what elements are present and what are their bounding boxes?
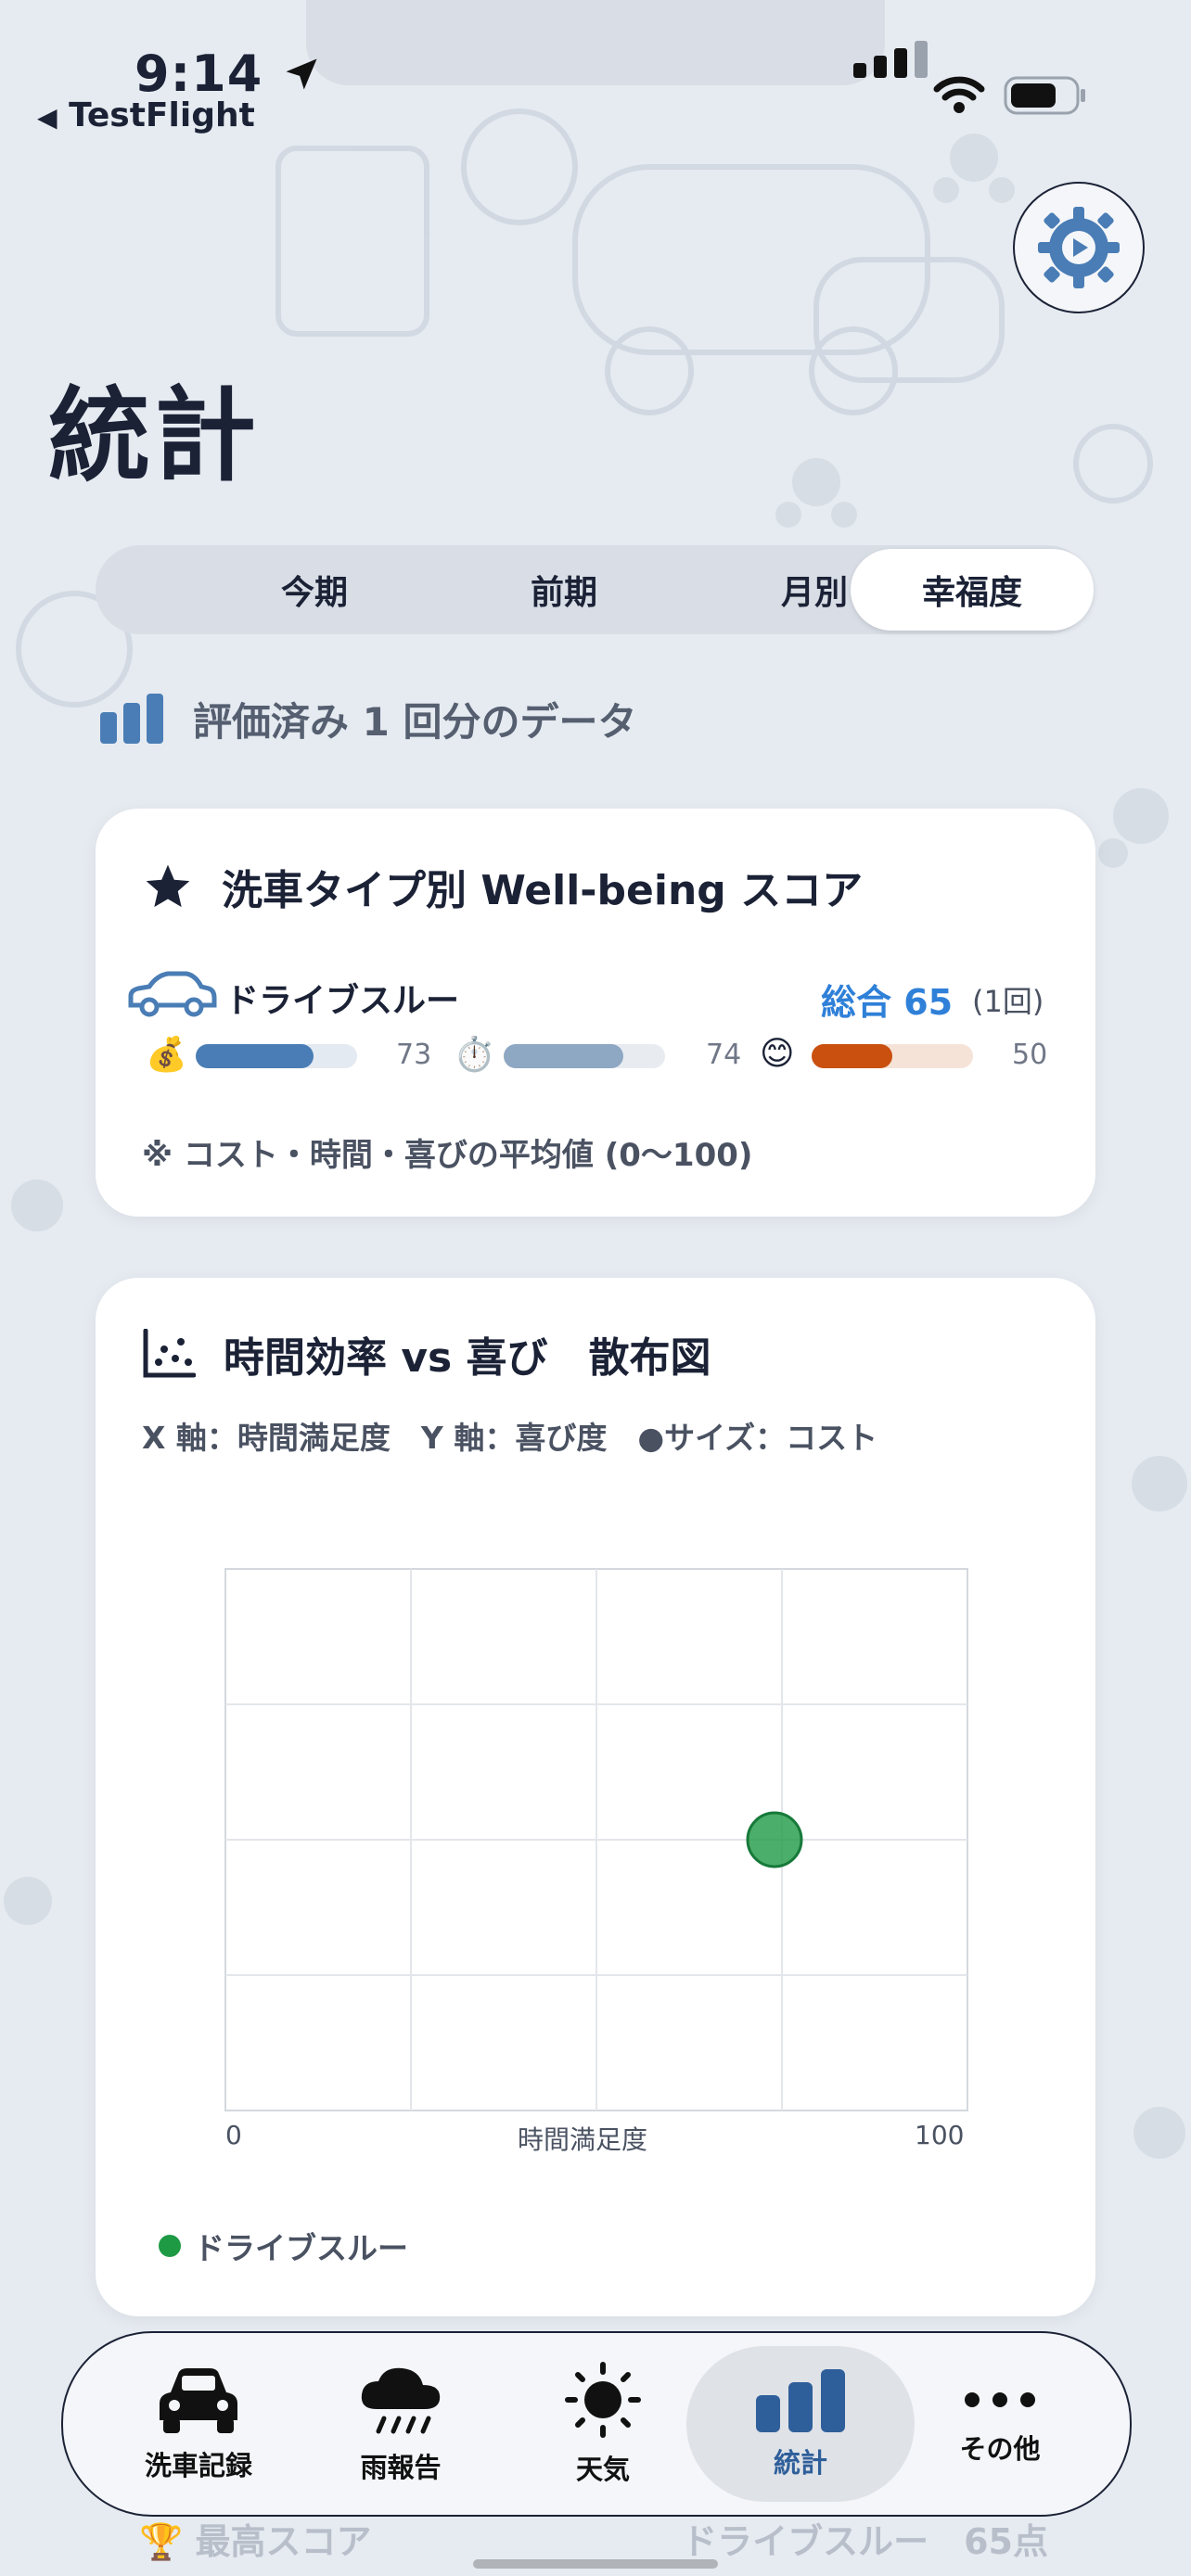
home-indicator <box>473 2559 718 2569</box>
joy-bar <box>812 1044 973 1068</box>
wifi-icon <box>933 76 985 113</box>
score-note: ※ コスト・時間・喜びの平均値 (0〜100) <box>142 1137 753 1174</box>
sun-icon <box>565 2362 641 2438</box>
cost-bar-fill <box>196 1044 314 1068</box>
tab-rain-report[interactable]: 雨報告 <box>299 2333 503 2515</box>
smile-icon: 😊 <box>760 1035 795 1073</box>
tab-statistics[interactable]: 統計 <box>686 2346 915 2502</box>
back-to-app[interactable]: ◀ TestFlight <box>37 96 255 134</box>
back-triangle-icon: ◀ <box>37 102 58 133</box>
scatter-plot <box>224 1568 968 2111</box>
tab-more[interactable]: その他 <box>898 2333 1102 2515</box>
rating-count: (1回) <box>972 984 1044 1019</box>
scatter-legend: ドライブスルー <box>159 2224 408 2268</box>
battery-icon <box>1004 76 1085 115</box>
cost-bar <box>196 1044 357 1068</box>
location-arrow-icon <box>286 58 317 90</box>
total-score: 総合 65 <box>821 982 954 1023</box>
x-tick-max: 100 <box>915 2120 965 2150</box>
status-bar: 9:14 ◀ TestFlight <box>0 0 1191 148</box>
tab-bar: 洗車記録 雨報告 天気 統計 その他 <box>61 2331 1132 2517</box>
bar-chart-icon <box>100 694 163 744</box>
settings-button[interactable] <box>1013 182 1145 313</box>
bar-chart-icon <box>756 2369 845 2432</box>
star-icon <box>146 864 190 908</box>
segment-happiness[interactable]: 幸福度 <box>851 549 1094 631</box>
car-icon <box>128 971 217 1017</box>
legend-dot <box>159 2235 181 2257</box>
wellbeing-card-title: 洗車タイプ別 Well-being スコア <box>142 857 863 916</box>
stopwatch-icon: ⏱️ <box>454 1036 495 1074</box>
scatter-point <box>746 1811 803 1868</box>
time-value: 74 <box>706 1039 742 1071</box>
time-bar-fill <box>504 1044 623 1068</box>
more-icon <box>965 2392 1035 2407</box>
x-tick-min: 0 <box>225 2120 242 2150</box>
joy-value: 50 <box>1012 1039 1048 1071</box>
cost-value: 73 <box>396 1039 432 1071</box>
scatter-card: 時間効率 vs 喜び 散布図 X 軸：時間満足度 Y 軸：喜び度 ●サイズ：コス… <box>96 1278 1095 2316</box>
x-axis-label: 時間満足度 <box>518 2124 648 2155</box>
dynamic-island <box>306 0 885 85</box>
segmented-control: 今期 前期 月別 幸福度 <box>96 545 1094 634</box>
segment-previous-period[interactable]: 前期 <box>442 545 685 634</box>
time-bar <box>504 1044 665 1068</box>
status-time: 9:14 <box>134 45 322 103</box>
data-count-info: 評価済み 1 回分のデータ <box>98 691 636 746</box>
car-icon <box>160 2368 237 2433</box>
segment-current-period[interactable]: 今期 <box>193 545 436 634</box>
money-bag-icon: 💰 <box>146 1036 187 1074</box>
wash-type-name: ドライブスルー <box>225 982 460 1020</box>
joy-bar-fill <box>812 1044 892 1068</box>
tab-wash-log[interactable]: 洗車記録 <box>96 2333 301 2515</box>
wellbeing-score-card: 洗車タイプ別 Well-being スコア ドライブスルー 総合 65 (1回)… <box>96 809 1095 1217</box>
page-title: 統計 <box>48 376 260 495</box>
rain-cloud-icon <box>361 2367 441 2434</box>
best-score-footer: 🏆 最高スコア ドライブスルー 65点 <box>139 2521 1048 2562</box>
tab-weather[interactable]: 天気 <box>501 2333 705 2515</box>
gear-icon <box>1038 207 1120 288</box>
